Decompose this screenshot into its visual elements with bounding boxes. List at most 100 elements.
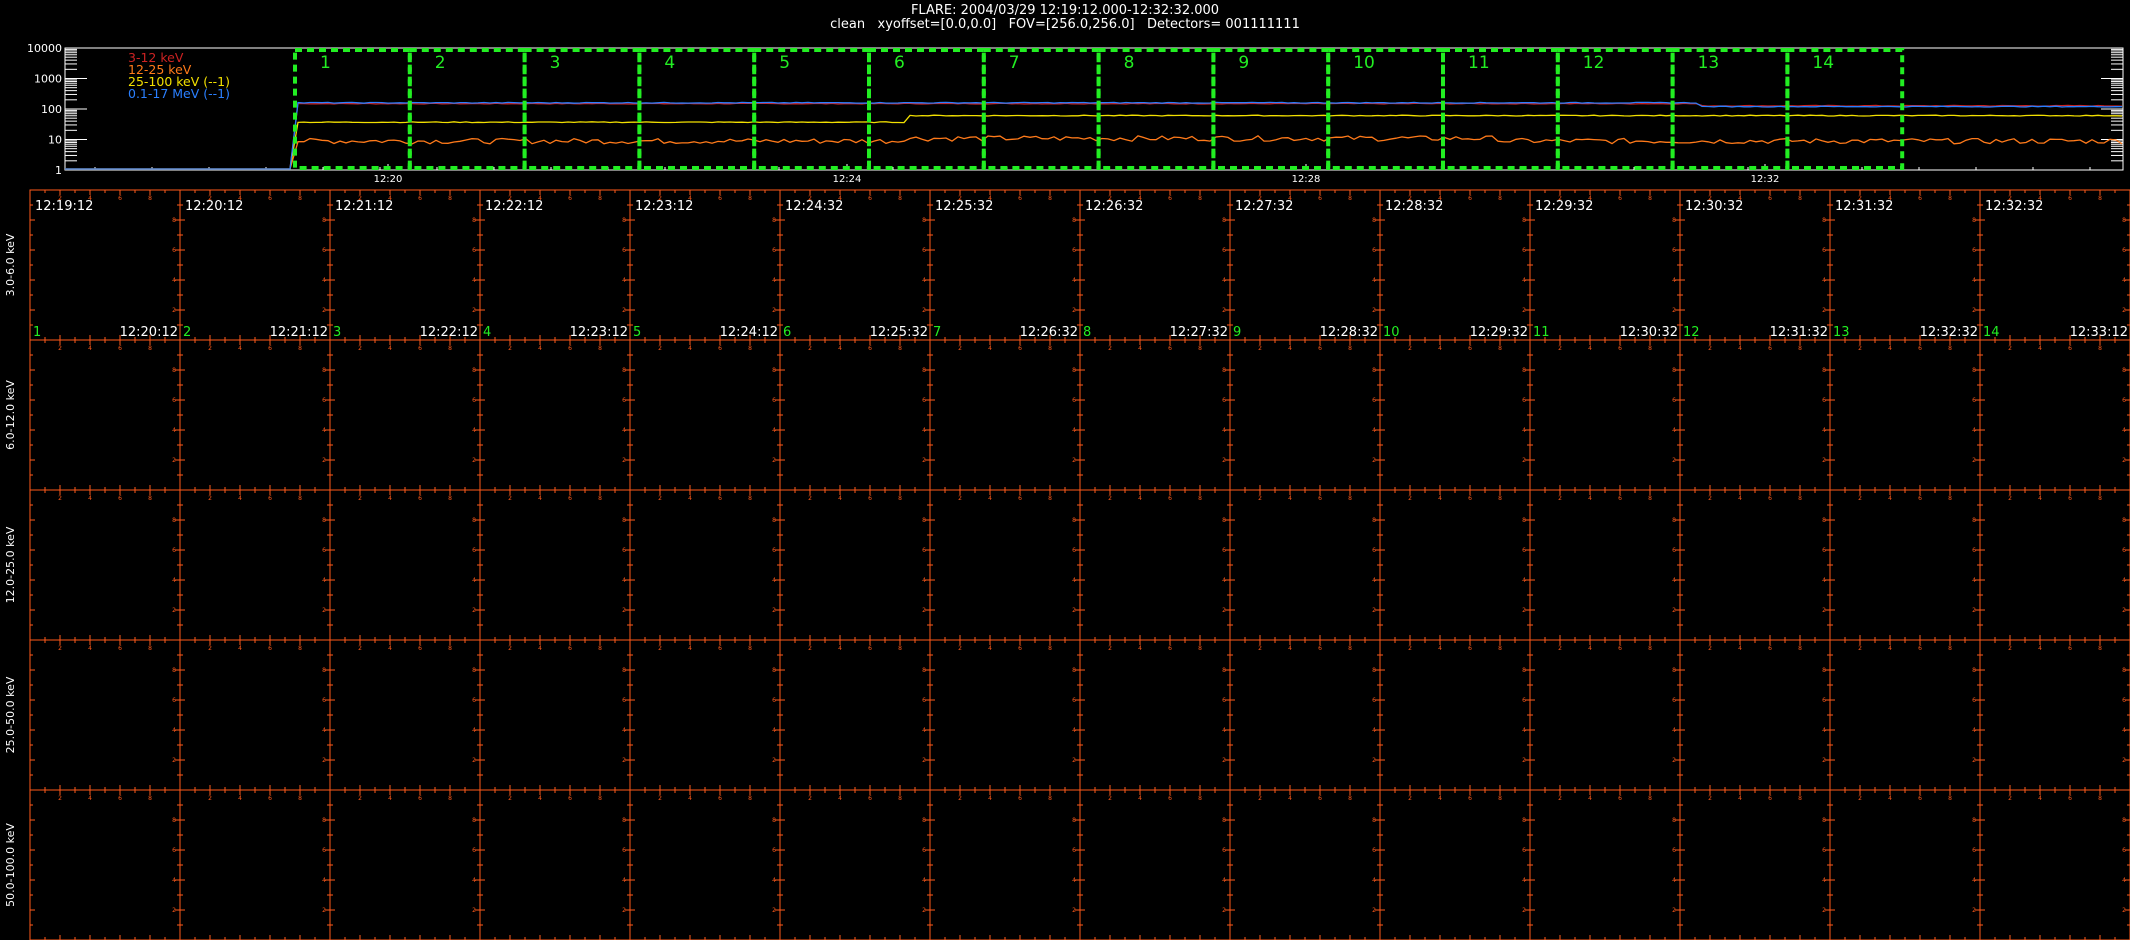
panel-tick-number: 2: [58, 495, 62, 502]
panel-tick-number: 6: [622, 397, 626, 404]
panel-end-time: 12:26:32: [1020, 325, 1078, 340]
panel-tick-number: 2: [1072, 457, 1076, 464]
panel-tick-number: 8: [1048, 195, 1052, 202]
panel-tick-number: 2: [172, 607, 176, 614]
panel-tick-number: 6: [1618, 345, 1622, 352]
panel-tick-number: 6: [1018, 645, 1022, 652]
panel-start-time: 12:23:12: [635, 199, 693, 214]
panel-tick-number: 8: [1822, 817, 1826, 824]
panel-tick-number: 2: [622, 907, 626, 914]
panel-start-time: 12:22:12: [485, 199, 543, 214]
image-panel-frame: [179, 339, 331, 491]
panel-tick-number: 6: [1072, 697, 1076, 704]
image-panel-frame: [1229, 639, 1381, 791]
image-panel-frame: [629, 489, 781, 641]
panel-tick-number: 4: [472, 427, 476, 434]
image-panel-frame: [1079, 489, 1231, 641]
panel-end-time: 12:23:12: [570, 325, 628, 340]
panel-tick-number: 2: [772, 607, 776, 614]
panel-tick-number: 4: [172, 727, 176, 734]
panel-tick-number: 6: [268, 795, 272, 802]
panel-end-time: 12:22:12: [420, 325, 478, 340]
panel-tick-number: 6: [622, 697, 626, 704]
panel-tick-number: 8: [1072, 367, 1076, 374]
panel-tick-number: 4: [772, 277, 776, 284]
image-panel-frame: [329, 489, 481, 641]
panel-tick-number: 8: [748, 345, 752, 352]
panel-tick-number: 8: [172, 517, 176, 524]
panel-tick-number: 4: [1222, 577, 1226, 584]
panel-tick-number: 6: [1768, 195, 1772, 202]
panel-tick-number: 6: [772, 697, 776, 704]
panel-tick-number: 4: [2038, 795, 2042, 802]
panel-tick-number: 8: [772, 817, 776, 824]
panel-tick-number: 6: [472, 697, 476, 704]
panel-tick-number: 8: [1198, 795, 1202, 802]
panel-tick-number: 4: [1288, 495, 1292, 502]
panel-tick-number: 8: [1648, 645, 1652, 652]
panel-tick-number: 6: [1972, 247, 1976, 254]
panel-tick-number: 8: [1072, 517, 1076, 524]
panel-tick-number: 8: [1372, 367, 1376, 374]
panel-tick-number: 8: [1348, 495, 1352, 502]
panel-tick-number: 2: [1222, 757, 1226, 764]
energy-band-label: 12.0-25.0 keV: [4, 526, 17, 603]
panel-tick-number: 6: [1972, 847, 1976, 854]
image-panel-frame: [179, 639, 331, 791]
panel-tick-number: 8: [922, 367, 926, 374]
panel-tick-number: 4: [322, 877, 326, 884]
panel-start-time: 12:27:32: [1235, 199, 1293, 214]
panel-tick-number: 8: [1048, 495, 1052, 502]
panel-tick-number: 8: [1222, 217, 1226, 224]
panel-tick-number: 4: [2122, 277, 2126, 284]
panel-end-time: 12:30:32: [1620, 325, 1678, 340]
panel-tick-number: 6: [1372, 247, 1376, 254]
image-panel-frame: [1679, 639, 1831, 791]
panel-tick-number: 2: [1222, 307, 1226, 314]
panel-tick-number: 4: [988, 495, 992, 502]
panel-tick-number: 2: [1708, 645, 1712, 652]
panel-tick-number: 2: [1522, 307, 1526, 314]
panel-tick-number: 6: [868, 345, 872, 352]
panel-tick-number: 4: [1222, 427, 1226, 434]
image-panel-frame: [929, 489, 1081, 641]
panel-tick-number: 6: [772, 847, 776, 854]
panel-tick-number: 8: [922, 817, 926, 824]
panel-end-time: 12:29:32: [1470, 325, 1528, 340]
panel-tick-number: 2: [1258, 645, 1262, 652]
panel-tick-number: 2: [1972, 307, 1976, 314]
image-panel-frame: [1379, 339, 1531, 491]
panel-tick-number: 6: [868, 795, 872, 802]
panel-tick-number: 2: [472, 607, 476, 614]
panel-tick-number: 6: [1672, 697, 1676, 704]
panel-tick-number: 4: [622, 277, 626, 284]
panel-tick-number: 8: [598, 645, 602, 652]
panel-tick-number: 2: [58, 795, 62, 802]
panel-tick-number: 4: [322, 727, 326, 734]
panel-tick-number: 2: [1558, 645, 1562, 652]
panel-tick-number: 4: [922, 877, 926, 884]
panel-tick-number: 6: [718, 645, 722, 652]
panel-tick-number: 2: [1372, 607, 1376, 614]
panel-tick-number: 6: [118, 495, 122, 502]
panel-interval-number: 7: [933, 325, 941, 340]
image-panel-frame: [1229, 489, 1381, 641]
panel-tick-number: 4: [538, 795, 542, 802]
panel-tick-number: 8: [772, 517, 776, 524]
panel-tick-number: 4: [988, 795, 992, 802]
panel-tick-number: 6: [1222, 547, 1226, 554]
panel-tick-number: 8: [772, 217, 776, 224]
panel-tick-number: 2: [1108, 495, 1112, 502]
panel-tick-number: 2: [1408, 645, 1412, 652]
panel-tick-number: 6: [1822, 397, 1826, 404]
panel-tick-number: 6: [622, 847, 626, 854]
panel-tick-number: 2: [1408, 345, 1412, 352]
panel-tick-number: 8: [298, 345, 302, 352]
panel-tick-number: 2: [172, 757, 176, 764]
panel-tick-number: 4: [322, 577, 326, 584]
panel-tick-number: 8: [1048, 345, 1052, 352]
image-panel-frame: [779, 789, 931, 940]
panel-tick-number: 4: [622, 577, 626, 584]
panel-tick-number: 8: [1222, 667, 1226, 674]
panel-tick-number: 8: [748, 495, 752, 502]
